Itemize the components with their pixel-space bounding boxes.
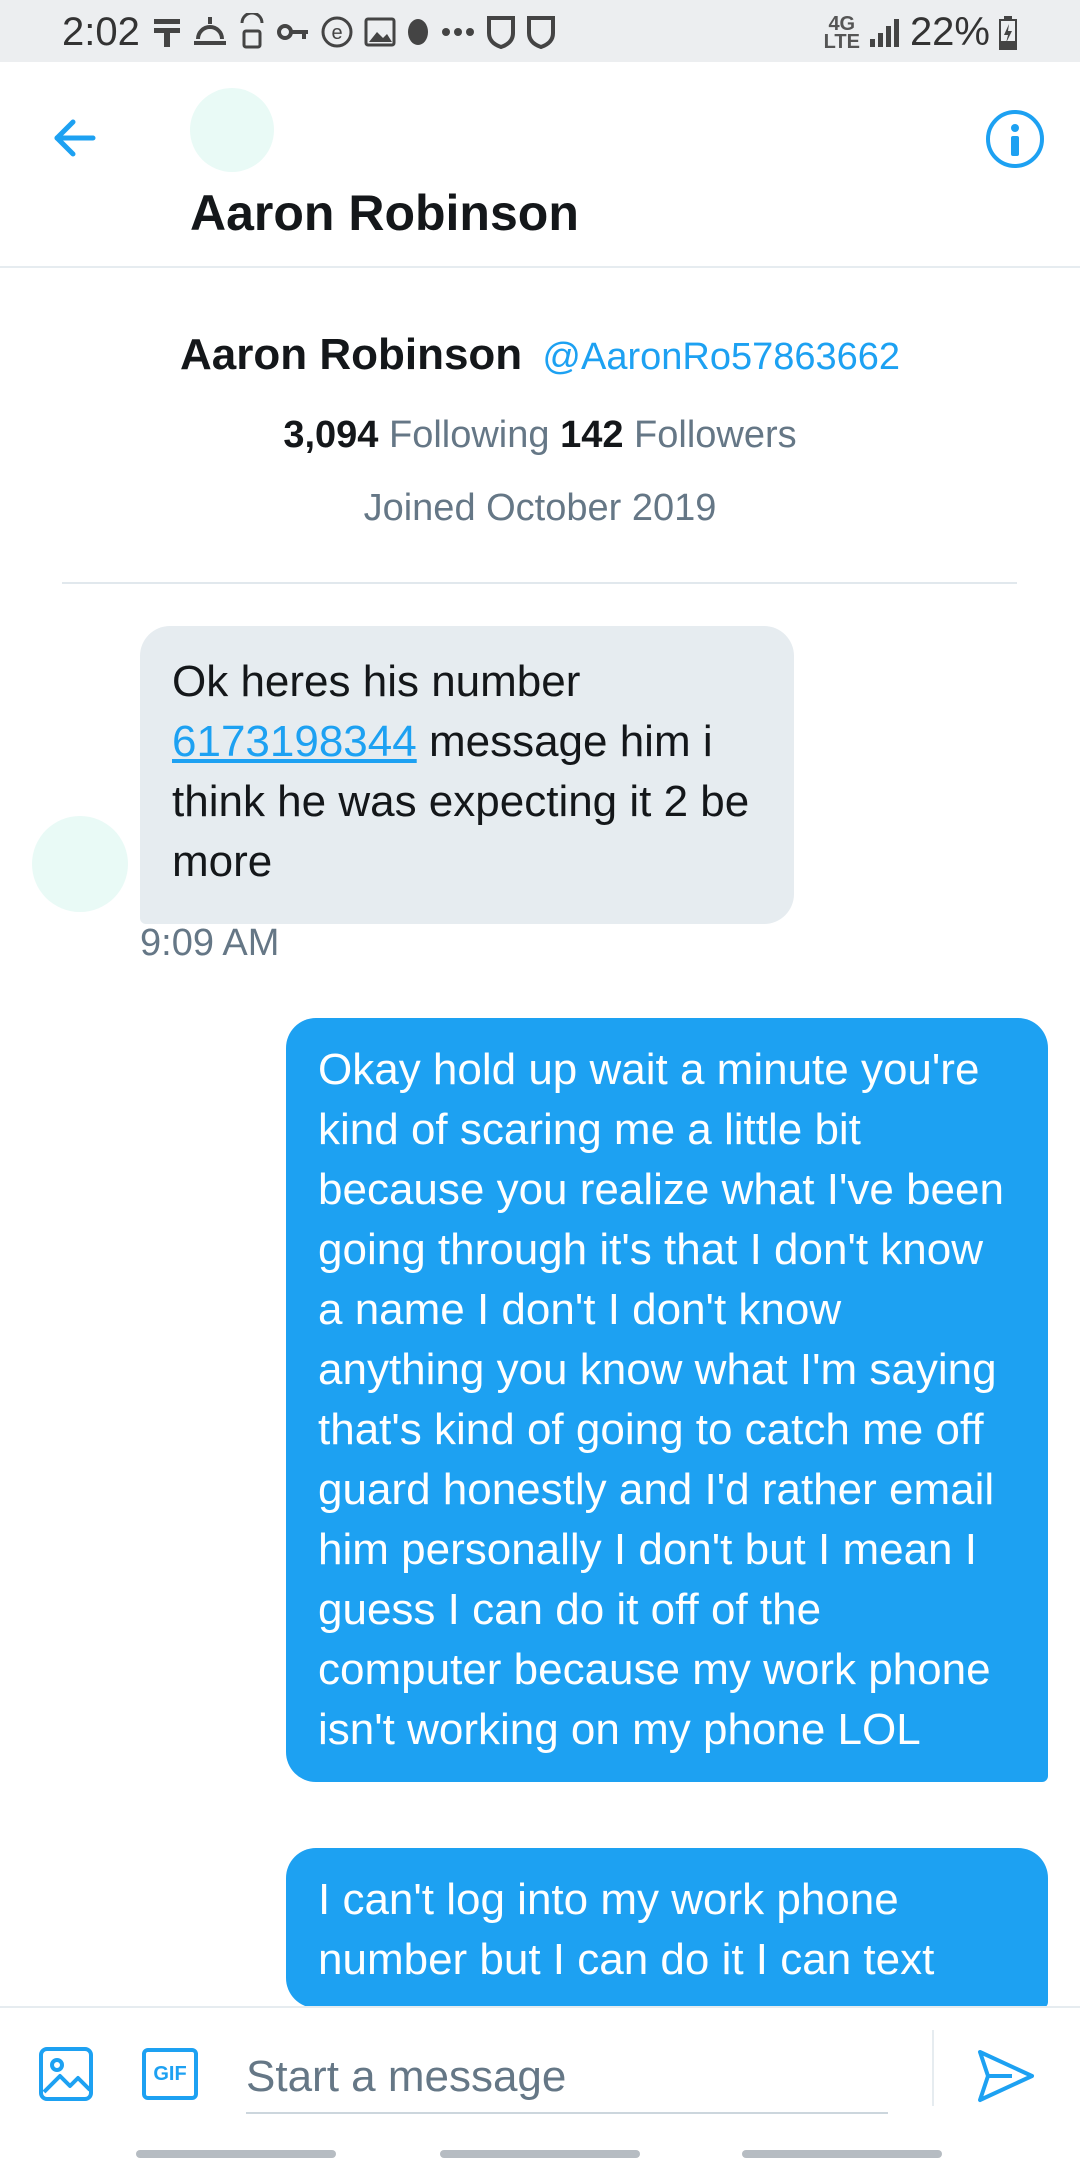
info-button[interactable] [986,110,1044,168]
arrow-left-icon [54,119,96,157]
status-right: 4G LTE 22% [824,10,1018,55]
key-icon [277,24,308,40]
battery-charging-icon [999,15,1017,50]
send-button[interactable] [974,2044,1038,2108]
profile-name[interactable]: Aaron Robinson [180,330,522,379]
status-icons: e [152,12,556,52]
vpn-lock-icon [240,13,264,49]
page-title: Aaron Robinson [190,185,579,241]
conversation-header: Aaron Robinson [0,62,1080,268]
svg-text:e: e [331,22,342,44]
message-input[interactable] [246,2042,888,2114]
message-timestamp: 9:09 AM [140,922,280,964]
image-icon [364,17,396,47]
outgoing-message-bubble[interactable]: I can't log into my work phone number bu… [286,1848,1048,2008]
profile-summary: Aaron Robinson @AaronRo57863662 3,094 Fo… [0,330,1080,530]
system-nav-bar [0,2128,1080,2173]
status-bar: 2:02 e 4G LTE 22% [0,0,1080,62]
message-text: Ok heres his number [172,657,581,706]
signal-icon [869,18,899,47]
avatar[interactable] [32,816,128,912]
notification-icon [154,19,180,47]
gif-button[interactable]: GIF [142,2048,198,2100]
profile-handle[interactable]: @AaronRo57863662 [542,336,900,378]
add-photo-button[interactable] [38,2046,94,2102]
network-indicator: 4G LTE [823,12,860,53]
browser-e-icon: e [321,16,353,48]
outgoing-message-bubble[interactable]: Okay hold up wait a minute you're kind o… [286,1018,1048,1782]
message-text: I can't log into my work phone number bu… [318,1875,935,1984]
message-text: Okay hold up wait a minute you're kind o… [318,1045,1004,1754]
gif-label: GIF [153,2062,187,2085]
dot-icon [408,19,428,45]
nav-home-button[interactable] [440,2150,640,2158]
followers-count: 142 [560,414,624,456]
nav-recents-button[interactable] [136,2150,336,2158]
send-icon [978,2050,1034,2102]
status-time: 2:02 [62,10,140,54]
more-dots-icon [442,28,474,36]
incoming-message-bubble[interactable]: Ok heres his number 6173198344 message h… [140,626,794,924]
phone-number-link[interactable]: 6173198344 [172,717,417,766]
avatar[interactable] [190,88,274,172]
battery-percent: 22% [909,10,990,54]
back-button[interactable] [44,108,104,168]
divider [62,582,1017,584]
shield-icon [487,16,515,49]
nav-back-button[interactable] [742,2150,942,2158]
joined-date: Joined October 2019 [363,487,717,529]
followers-label: Followers [634,414,797,456]
image-icon [39,2047,93,2101]
following-label: Following [388,414,550,456]
divider [932,2030,934,2106]
weather-icon [194,17,226,45]
following-count: 3,094 [283,414,379,456]
shield-icon [527,16,555,49]
